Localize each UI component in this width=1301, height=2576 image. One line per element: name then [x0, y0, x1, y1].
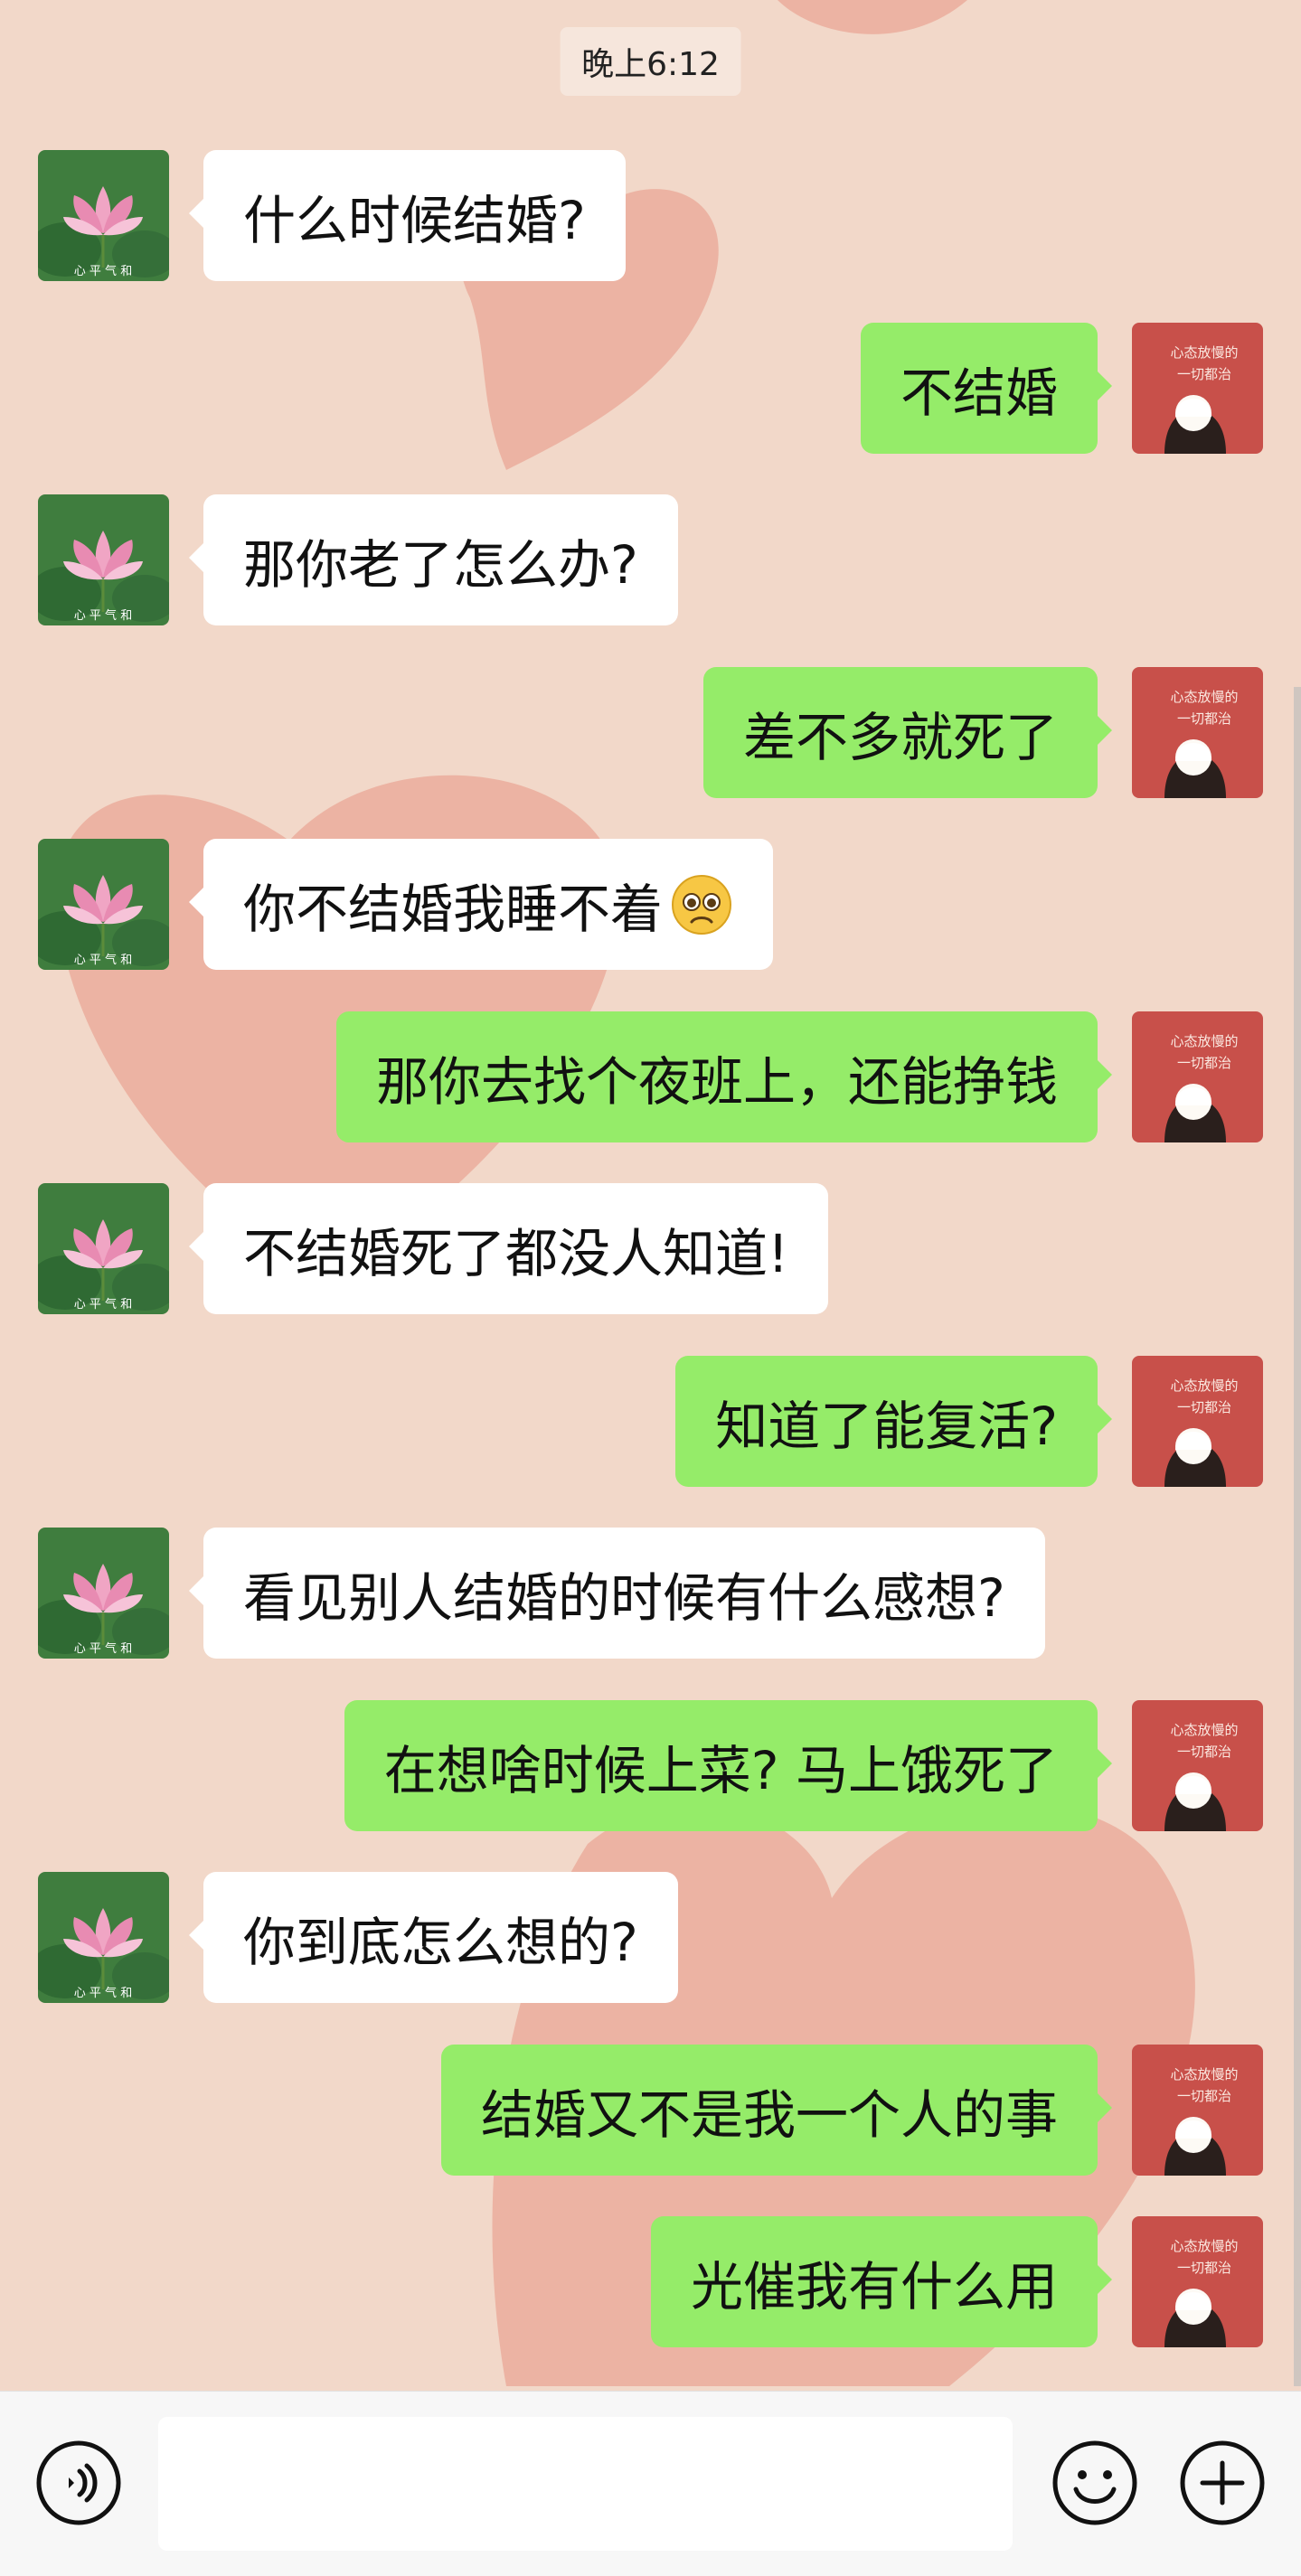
outgoing-message-bubble[interactable]: 结婚又不是我一个人的事: [440, 2045, 1113, 2176]
message-row: 心 平 气 和 那你老了怎么办?: [0, 494, 1301, 625]
self-avatar[interactable]: 心态放慢的 一切都治: [1132, 667, 1263, 798]
svg-text:心态放慢的: 心态放慢的: [1170, 2238, 1238, 2254]
message-text: 看见别人结婚的时候有什么感想?: [243, 1566, 1005, 1629]
girl-avatar-icon: 心态放慢的 一切都治: [1132, 1011, 1263, 1142]
message-text: 不结婚: [900, 362, 1058, 424]
svg-text:心 平 气 和: 心 平 气 和: [74, 1297, 132, 1312]
lotus-avatar-icon: 心 平 气 和: [38, 1872, 169, 2003]
message-input-bar: [0, 2391, 1301, 2576]
pleading-face-icon: [672, 874, 732, 935]
self-avatar[interactable]: 心态放慢的 一切都治: [1132, 2216, 1263, 2347]
svg-text:一切都治: 一切都治: [1177, 2088, 1231, 2104]
self-avatar[interactable]: 心态放慢的 一切都治: [1132, 1011, 1263, 1142]
girl-avatar-icon: 心态放慢的 一切都治: [1132, 2216, 1263, 2347]
message-row: 心态放慢的 一切都治 光催我有什么用: [0, 2216, 1301, 2347]
svg-text:心 平 气 和: 心 平 气 和: [74, 953, 132, 967]
lotus-avatar-icon: 心 平 气 和: [38, 1183, 169, 1314]
incoming-message-bubble[interactable]: 那你老了怎么办?: [189, 494, 678, 625]
girl-avatar-icon: 心态放慢的 一切都治: [1132, 1356, 1263, 1487]
incoming-message-bubble[interactable]: 你到底怎么想的?: [189, 1872, 678, 2003]
contact-avatar[interactable]: 心 平 气 和: [38, 1528, 169, 1659]
lotus-avatar-icon: 心 平 气 和: [38, 839, 169, 970]
message-row: 心态放慢的 一切都治 知道了能复活?: [0, 1356, 1301, 1487]
incoming-message-bubble[interactable]: 不结婚死了都没人知道!: [188, 1183, 829, 1314]
svg-text:一切都治: 一切都治: [1177, 1055, 1231, 1071]
message-text: 那你去找个夜班上，还能挣钱: [375, 1050, 1058, 1113]
message-row: 心态放慢的 一切都治 在想啥时候上菜? 马上饿死了: [0, 1700, 1301, 1831]
svg-text:心态放慢的: 心态放慢的: [1170, 1033, 1238, 1049]
message-row: 心态放慢的 一切都治 差不多就死了: [0, 667, 1301, 798]
timestamp: 晚上6:12: [560, 27, 741, 96]
scrollbar[interactable]: [1294, 687, 1301, 2386]
message-row: 心 平 气 和 看见别人结婚的时候有什么感想?: [0, 1528, 1301, 1659]
svg-text:心 平 气 和: 心 平 气 和: [74, 1986, 132, 2000]
self-avatar[interactable]: 心态放慢的 一切都治: [1132, 323, 1263, 454]
more-options-button[interactable]: [1178, 2439, 1267, 2527]
svg-text:心态放慢的: 心态放慢的: [1170, 344, 1238, 361]
incoming-message-bubble[interactable]: 什么时候结婚?: [189, 150, 626, 281]
svg-text:心态放慢的: 心态放慢的: [1170, 689, 1238, 705]
message-text: 差不多就死了: [742, 706, 1058, 768]
message-text: 不结婚死了都没人知道!: [243, 1222, 789, 1284]
emoji-icon: [1052, 2440, 1137, 2525]
message-row: 心态放慢的 一切都治 不结婚: [0, 323, 1301, 454]
incoming-message-bubble[interactable]: 看见别人结婚的时候有什么感想?: [189, 1528, 1045, 1659]
message-text: 你到底怎么想的?: [243, 1911, 638, 1973]
girl-avatar-icon: 心态放慢的 一切都治: [1132, 1700, 1263, 1831]
girl-avatar-icon: 心态放慢的 一切都治: [1132, 2045, 1263, 2176]
contact-avatar[interactable]: 心 平 气 和: [38, 150, 169, 281]
message-row: 心 平 气 和 你到底怎么想的?: [0, 1872, 1301, 2003]
svg-text:一切都治: 一切都治: [1177, 1744, 1231, 1760]
message-text: 什么时候结婚?: [243, 189, 586, 251]
outgoing-message-bubble[interactable]: 差不多就死了: [702, 667, 1113, 798]
self-avatar[interactable]: 心态放慢的 一切都治: [1132, 2045, 1263, 2176]
svg-text:心 平 气 和: 心 平 气 和: [74, 1641, 132, 1656]
girl-avatar-icon: 心态放慢的 一切都治: [1132, 667, 1263, 798]
emoji-button[interactable]: [1051, 2439, 1139, 2527]
outgoing-message-bubble[interactable]: 光催我有什么用: [650, 2216, 1113, 2347]
svg-text:心态放慢的: 心态放慢的: [1170, 2066, 1238, 2082]
message-input[interactable]: [158, 2417, 1013, 2551]
message-row: 心态放慢的 一切都治 那你去找个夜班上，还能挣钱: [0, 1011, 1301, 1142]
message-row: 心态放慢的 一切都治 结婚又不是我一个人的事: [0, 2045, 1301, 2176]
message-text: 你不结婚我睡不着: [243, 878, 664, 940]
svg-text:心态放慢的: 心态放慢的: [1170, 1722, 1238, 1738]
message-row: 心 平 气 和 你不结婚我睡不着: [0, 839, 1301, 970]
svg-text:一切都治: 一切都治: [1177, 2260, 1231, 2276]
svg-text:心态放慢的: 心态放慢的: [1170, 1377, 1238, 1394]
message-text: 在想啥时候上菜? 马上饿死了: [383, 1739, 1058, 1801]
plus-icon: [1180, 2440, 1265, 2525]
contact-avatar[interactable]: 心 平 气 和: [38, 494, 169, 625]
message-text: 光催我有什么用: [690, 2255, 1058, 2317]
contact-avatar[interactable]: 心 平 气 和: [38, 839, 169, 970]
self-avatar[interactable]: 心态放慢的 一切都治: [1132, 1700, 1263, 1831]
outgoing-message-bubble[interactable]: 不结婚: [860, 323, 1113, 454]
message-row: 心 平 气 和 什么时候结婚?: [0, 150, 1301, 281]
message-text: 知道了能复活?: [715, 1395, 1058, 1457]
incoming-message-bubble[interactable]: 你不结婚我睡不着: [188, 839, 774, 970]
svg-text:一切都治: 一切都治: [1177, 1399, 1231, 1415]
outgoing-message-bubble[interactable]: 那你去找个夜班上，还能挣钱: [335, 1011, 1113, 1142]
girl-avatar-icon: 心态放慢的 一切都治: [1132, 323, 1263, 454]
svg-text:心 平 气 和: 心 平 气 和: [74, 264, 132, 278]
svg-text:心 平 气 和: 心 平 气 和: [74, 608, 132, 623]
outgoing-message-bubble[interactable]: 知道了能复活?: [675, 1356, 1112, 1487]
lotus-avatar-icon: 心 平 气 和: [38, 494, 169, 625]
lotus-avatar-icon: 心 平 气 和: [38, 150, 169, 281]
chat-area[interactable]: 晚上6:12 心 平 气 和 什么时候结婚? 心态放慢的 一切都治 不结婚 心 …: [0, 0, 1301, 2391]
svg-text:一切都治: 一切都治: [1177, 366, 1231, 382]
voice-icon: [36, 2440, 121, 2525]
message-text: 结婚又不是我一个人的事: [480, 2083, 1058, 2146]
contact-avatar[interactable]: 心 平 气 和: [38, 1872, 169, 2003]
voice-input-button[interactable]: [34, 2439, 123, 2527]
message-row: 心 平 气 和 不结婚死了都没人知道!: [0, 1183, 1301, 1314]
contact-avatar[interactable]: 心 平 气 和: [38, 1183, 169, 1314]
self-avatar[interactable]: 心态放慢的 一切都治: [1132, 1356, 1263, 1487]
outgoing-message-bubble[interactable]: 在想啥时候上菜? 马上饿死了: [344, 1700, 1113, 1831]
message-text: 那你老了怎么办?: [243, 533, 638, 596]
svg-text:一切都治: 一切都治: [1177, 710, 1231, 727]
lotus-avatar-icon: 心 平 气 和: [38, 1528, 169, 1659]
